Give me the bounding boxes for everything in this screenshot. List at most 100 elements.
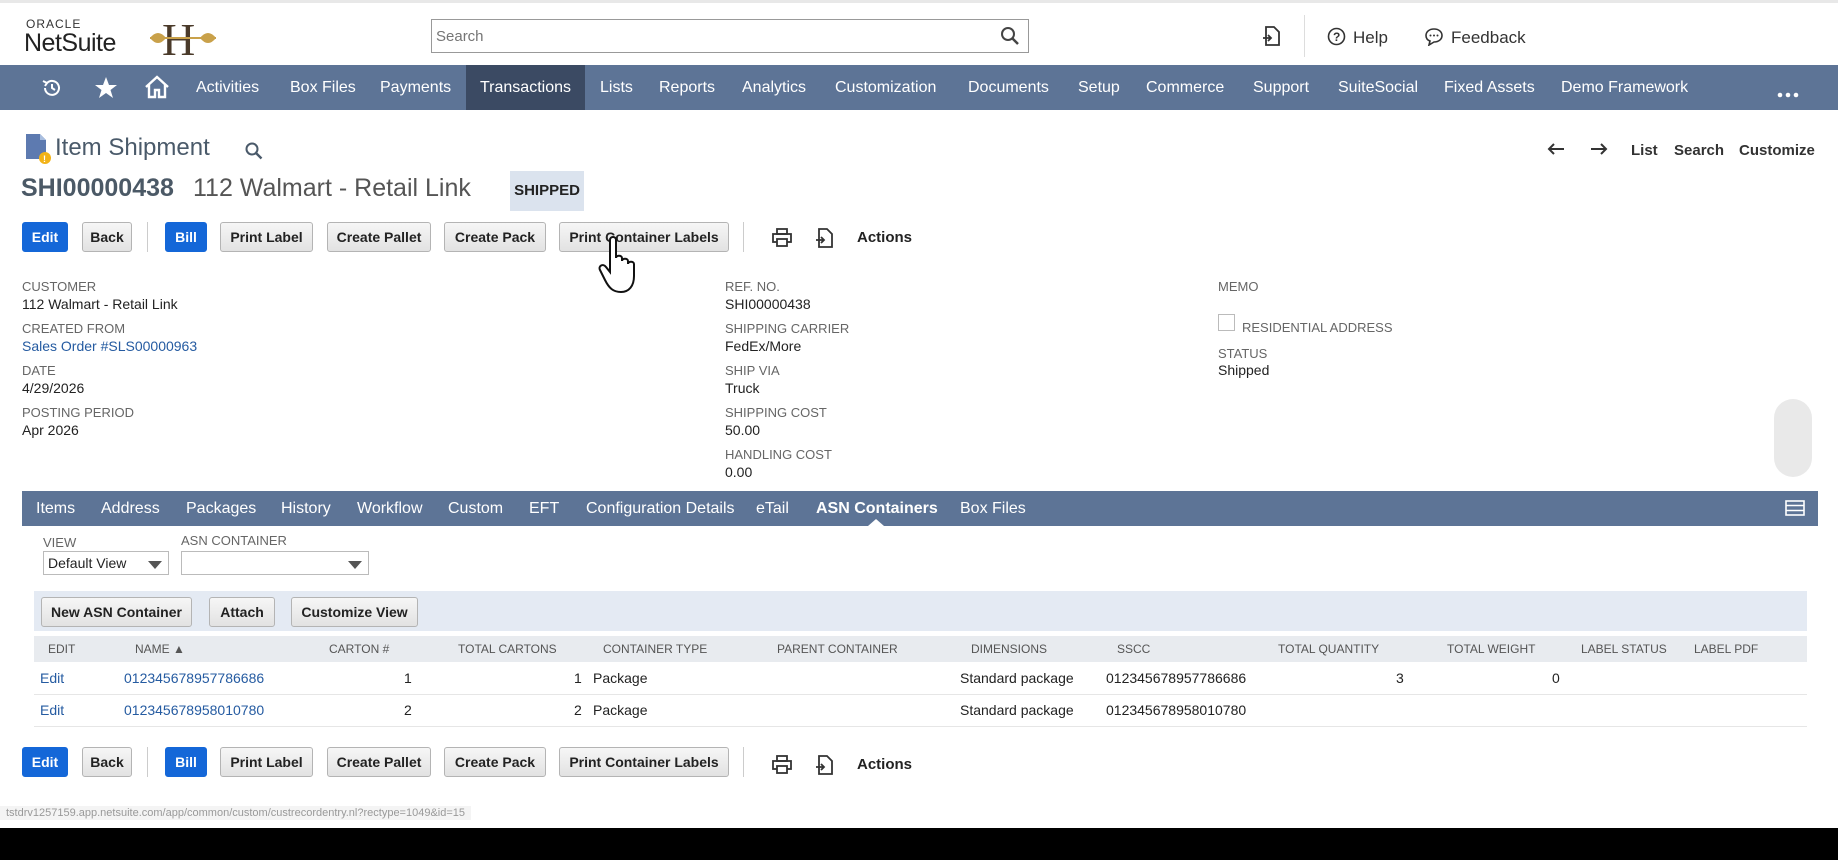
subtab-etail[interactable]: eTail xyxy=(756,491,789,526)
recent-records-icon[interactable] xyxy=(1262,25,1282,52)
nav-item-analytics[interactable]: Analytics xyxy=(742,65,806,110)
nav-item-payments[interactable]: Payments xyxy=(380,65,451,110)
back-button[interactable]: Back xyxy=(82,222,132,252)
print-container-labels-button[interactable]: Print Container Labels xyxy=(559,222,729,252)
create-pallet-button[interactable]: Create Pallet xyxy=(327,222,431,252)
shipping-carrier-value: FedEx/More xyxy=(725,338,802,354)
actions-menu-bottom[interactable]: Actions xyxy=(857,756,912,773)
row-edit-link[interactable]: Edit xyxy=(40,702,64,718)
print-label-button-bottom[interactable]: Print Label xyxy=(220,747,313,777)
back-button-bottom[interactable]: Back xyxy=(82,747,132,777)
column-header-edit[interactable]: EDIT xyxy=(48,642,75,656)
active-tab-indicator xyxy=(868,519,884,526)
column-header-container-type[interactable]: CONTAINER TYPE xyxy=(603,642,707,656)
residential-address-checkbox[interactable] xyxy=(1218,314,1235,331)
subtab-layout-icon[interactable] xyxy=(1785,500,1805,521)
record-customize-link[interactable]: Customize xyxy=(1739,142,1815,159)
button-divider xyxy=(743,747,744,777)
nav-item-setup[interactable]: Setup xyxy=(1078,65,1120,110)
row-carton-number: 2 xyxy=(404,702,412,718)
subtab-packages[interactable]: Packages xyxy=(186,491,256,526)
column-header-total-cartons[interactable]: TOTAL CARTONS xyxy=(458,642,557,656)
column-header-label-status[interactable]: LABEL STATUS xyxy=(1581,642,1667,656)
column-header-parent-container[interactable]: PARENT CONTAINER xyxy=(777,642,898,656)
create-pack-button-bottom[interactable]: Create Pack xyxy=(444,747,546,777)
search-records-icon[interactable] xyxy=(245,142,263,165)
bill-button-bottom[interactable]: Bill xyxy=(165,747,207,777)
next-record-arrow-icon[interactable] xyxy=(1589,141,1609,162)
nav-item-reports[interactable]: Reports xyxy=(659,65,715,110)
subtab-history[interactable]: History xyxy=(281,491,331,526)
create-pack-button[interactable]: Create Pack xyxy=(444,222,546,252)
column-header-carton[interactable]: CARTON # xyxy=(329,642,389,656)
row-container-type: Package xyxy=(593,670,648,686)
nav-item-fixed-assets[interactable]: Fixed Assets xyxy=(1444,65,1535,110)
subtab-eft[interactable]: EFT xyxy=(529,491,559,526)
netsuite-logo[interactable]: NetSuite xyxy=(24,29,116,58)
column-header-dimensions[interactable]: DIMENSIONS xyxy=(971,642,1047,656)
nav-item-documents[interactable]: Documents xyxy=(968,65,1049,110)
attach-button[interactable]: Attach xyxy=(209,597,275,627)
search-icon[interactable] xyxy=(1000,26,1020,51)
new-asn-container-button[interactable]: New ASN Container xyxy=(41,597,192,627)
download-record-icon[interactable] xyxy=(815,227,835,254)
edit-button-bottom[interactable]: Edit xyxy=(22,747,68,777)
ship-via-label: Ship Via xyxy=(725,363,780,378)
created-from-link[interactable]: Sales Order #SLS00000963 xyxy=(22,338,197,354)
print-icon[interactable] xyxy=(772,228,792,253)
favorites-star-icon[interactable] xyxy=(94,76,118,105)
nav-item-box-files[interactable]: Box Files xyxy=(290,65,356,110)
column-header-sscc[interactable]: SSCC xyxy=(1117,642,1150,656)
row-name-link[interactable]: 012345678957786686 xyxy=(124,670,264,686)
nav-item-lists[interactable]: Lists xyxy=(600,65,633,110)
column-header-label-pdf[interactable]: LABEL PDF xyxy=(1694,642,1758,656)
help-link[interactable]: Help xyxy=(1353,28,1388,48)
download-record-icon[interactable] xyxy=(815,754,835,781)
top-bar: ORACLE NetSuite H ? Help Feedback xyxy=(0,0,1838,65)
nav-item-activities[interactable]: Activities xyxy=(196,65,259,110)
record-search-link[interactable]: Search xyxy=(1674,142,1724,159)
help-icon[interactable]: ? xyxy=(1327,27,1346,51)
company-logo-icon: H xyxy=(148,13,218,63)
bill-button[interactable]: Bill xyxy=(165,222,207,252)
more-menu-icon[interactable] xyxy=(1777,85,1799,103)
row-name-link[interactable]: 012345678958010780 xyxy=(124,702,264,718)
row-edit-link[interactable]: Edit xyxy=(40,670,64,686)
search-input[interactable] xyxy=(432,20,978,52)
nav-item-customization[interactable]: Customization xyxy=(835,65,936,110)
feedback-link[interactable]: Feedback xyxy=(1451,28,1526,48)
subtab-address[interactable]: Address xyxy=(101,491,160,526)
home-icon[interactable] xyxy=(144,75,170,104)
actions-menu[interactable]: Actions xyxy=(857,229,912,246)
nav-item-demo-framework[interactable]: Demo Framework xyxy=(1561,65,1688,110)
previous-record-arrow-icon[interactable] xyxy=(1546,141,1566,162)
nav-item-commerce[interactable]: Commerce xyxy=(1146,65,1224,110)
column-header-total-quantity[interactable]: TOTAL QUANTITY xyxy=(1278,642,1379,656)
subtab-box-files[interactable]: Box Files xyxy=(960,491,1026,526)
print-container-labels-button-bottom[interactable]: Print Container Labels xyxy=(559,747,729,777)
global-search-box[interactable] xyxy=(431,19,1029,53)
row-total-weight: 0 xyxy=(1552,670,1560,686)
create-pallet-button-bottom[interactable]: Create Pallet xyxy=(327,747,431,777)
view-dropdown[interactable]: Default View xyxy=(43,551,169,575)
scroll-handle[interactable] xyxy=(1774,399,1812,477)
feedback-icon[interactable] xyxy=(1424,27,1444,51)
nav-item-suitesocial[interactable]: SuiteSocial xyxy=(1338,65,1418,110)
customize-view-button[interactable]: Customize View xyxy=(291,597,418,627)
record-list-link[interactable]: List xyxy=(1631,142,1658,159)
print-icon[interactable] xyxy=(772,755,792,780)
print-label-button[interactable]: Print Label xyxy=(220,222,313,252)
recent-history-icon[interactable] xyxy=(40,76,64,105)
column-header-name[interactable]: NAME ▲ xyxy=(135,642,185,656)
subtab-items[interactable]: Items xyxy=(36,491,75,526)
posting-period-value: Apr 2026 xyxy=(22,422,79,438)
asn-container-dropdown[interactable] xyxy=(181,551,369,575)
edit-button[interactable]: Edit xyxy=(22,222,68,252)
nav-item-support[interactable]: Support xyxy=(1253,65,1309,110)
nav-item-transactions[interactable]: Transactions xyxy=(466,65,585,110)
subtab-configuration-details[interactable]: Configuration Details xyxy=(586,491,735,526)
column-header-total-weight[interactable]: TOTAL WEIGHT xyxy=(1447,642,1535,656)
subtab-workflow[interactable]: Workflow xyxy=(357,491,423,526)
record-id: SHI00000438 xyxy=(21,174,174,202)
subtab-custom[interactable]: Custom xyxy=(448,491,503,526)
